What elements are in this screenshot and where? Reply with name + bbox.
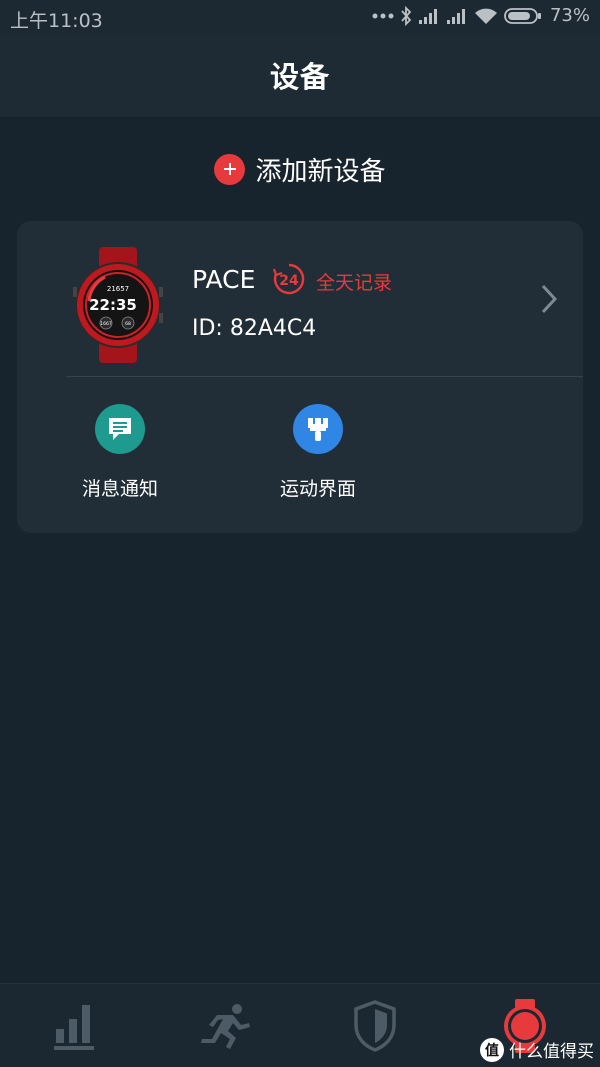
card-divider (67, 376, 583, 377)
nav-stats[interactable] (0, 984, 150, 1067)
device-row[interactable]: 21657 22:35 1667 68 PACE 24 全天记录 ID: 82A… (17, 221, 583, 377)
running-icon (201, 1004, 250, 1049)
all-day-24-icon: 24 (272, 263, 305, 295)
nav-security[interactable] (300, 984, 450, 1067)
message-notification-label: 消息通知 (81, 478, 158, 500)
watch-image: 21657 22:35 1667 68 (73, 247, 163, 363)
device-card: 21657 22:35 1667 68 PACE 24 全天记录 ID: 82A… (17, 221, 583, 533)
watermark-text: 什么值得买 (509, 1042, 594, 1062)
device-id: ID: 82A4C4 (192, 316, 317, 341)
device-screen: 上午11:03 73% 设备 添加新设备 21657 22:35 1667 68… (0, 0, 600, 1067)
battery-icon (504, 7, 541, 24)
message-notification-button[interactable]: 消息通知 (75, 404, 165, 501)
signal-icon (446, 8, 465, 24)
watermark-badge: 值 (480, 1037, 504, 1062)
page-title: 设备 (269, 60, 330, 94)
add-device-button[interactable]: 添加新设备 (0, 145, 600, 193)
status-icons: 73% (372, 5, 590, 26)
all-day-badge-text: 24 (279, 273, 299, 289)
more-dots-icon (372, 13, 394, 18)
add-device-label: 添加新设备 (255, 156, 386, 187)
shield-icon (354, 1000, 396, 1052)
signal-icon (418, 8, 437, 24)
watch-face-left: 1667 (100, 321, 112, 327)
stats-icon (54, 1005, 94, 1050)
nav-workout[interactable] (150, 984, 300, 1067)
wifi-icon (474, 8, 497, 24)
device-name: PACE (192, 265, 256, 294)
status-bar: 上午11:03 73% (0, 0, 600, 33)
message-icon (95, 404, 145, 454)
battery-percent: 73% (549, 5, 590, 26)
sport-interface-button[interactable]: 运动界面 (273, 404, 363, 501)
watch-face-time: 22:35 (89, 296, 137, 314)
all-day-label: 全天记录 (316, 272, 393, 294)
watch-face-right: 68 (125, 321, 131, 327)
sport-interface-label: 运动界面 (279, 478, 356, 500)
app-header: 设备 (0, 33, 600, 117)
bottom-nav: 值 什么值得买 (0, 983, 600, 1067)
status-time: 上午11:03 (10, 10, 103, 32)
brush-icon (293, 404, 343, 454)
watermark: 值 什么值得买 (480, 1037, 594, 1062)
plus-icon (214, 153, 246, 185)
watch-face-steps: 21657 (107, 285, 129, 293)
bluetooth-icon (401, 5, 412, 26)
chevron-right-icon (541, 284, 558, 314)
